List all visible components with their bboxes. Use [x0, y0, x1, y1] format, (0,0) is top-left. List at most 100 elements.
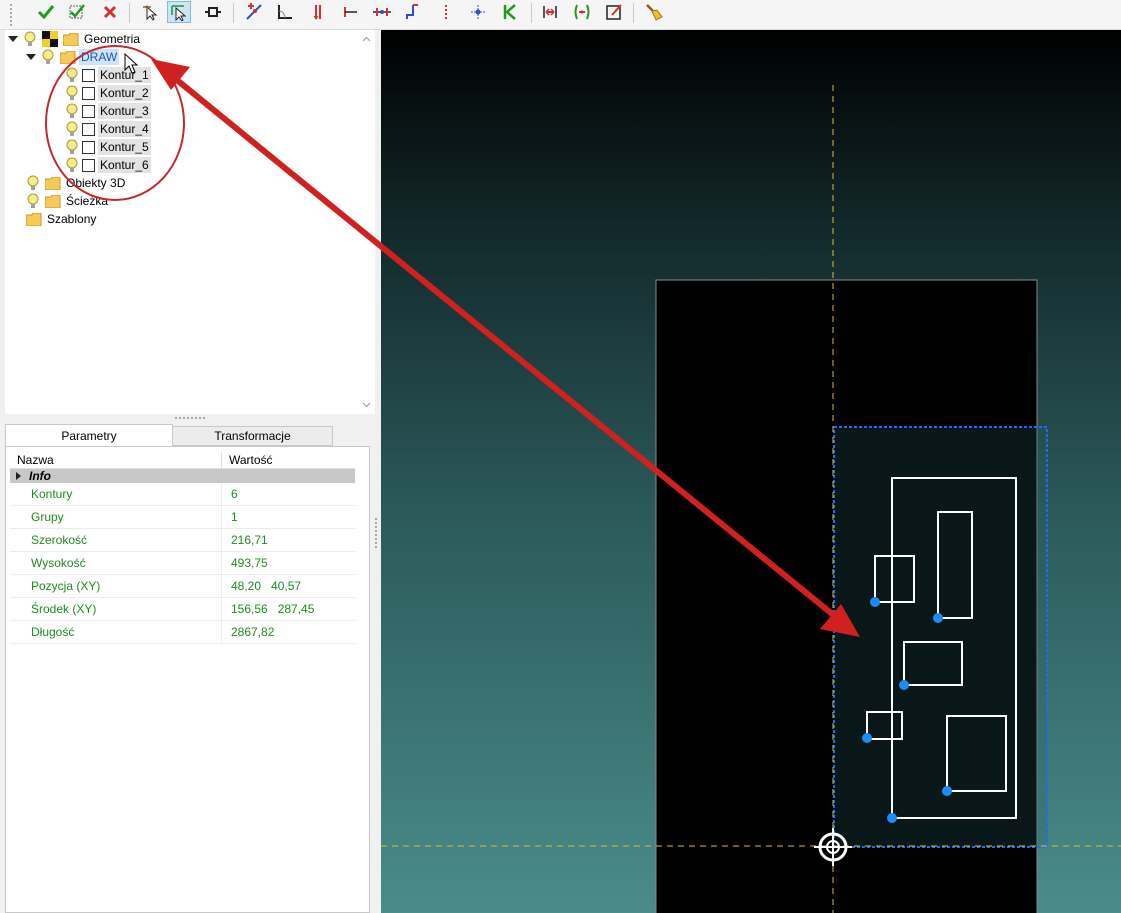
property-grid: Nazwa Wartość Info Kontury 6 Grupy 1 Sze… [5, 446, 370, 913]
start-point[interactable] [870, 597, 880, 607]
bulb-icon[interactable] [26, 175, 40, 191]
contour-checkbox[interactable] [82, 158, 95, 172]
contour-checkbox[interactable] [82, 68, 95, 82]
property-row[interactable]: Długość 2867,82 [10, 621, 355, 644]
property-name: Szerokość [10, 529, 222, 551]
property-name: Środek (XY) [10, 598, 222, 620]
accept-icon[interactable] [34, 1, 58, 23]
column-value-header[interactable]: Wartość [222, 451, 273, 468]
tab-parametry[interactable]: Parametry [5, 424, 173, 447]
expand-triangle-icon[interactable] [16, 472, 21, 480]
tree-node-contour[interactable]: Kontur_6 [65, 156, 151, 174]
tree-label-contour: Kontur_1 [98, 67, 151, 83]
start-point[interactable] [933, 613, 943, 623]
bulb-icon[interactable] [65, 139, 79, 155]
vertical-splitter[interactable] [375, 518, 378, 548]
bend-icon[interactable] [498, 1, 522, 23]
start-point[interactable] [887, 813, 897, 823]
layer-grid-icon[interactable] [42, 31, 58, 47]
contour-checkbox[interactable] [82, 86, 95, 100]
tree-scrollbar[interactable] [358, 30, 375, 414]
chevron-down-icon[interactable] [362, 400, 371, 409]
property-value: 6 [231, 487, 238, 501]
tree-node-objects3d[interactable]: Obiekty 3D [26, 174, 127, 192]
edit-box-icon[interactable] [602, 1, 626, 23]
horizontal-split-icon[interactable] [338, 1, 362, 23]
property-row[interactable]: Kontury 6 [10, 483, 355, 506]
expand-arrow-icon[interactable] [26, 54, 36, 60]
start-point[interactable] [899, 680, 909, 690]
bulb-icon[interactable] [65, 67, 79, 83]
link-icon[interactable] [201, 1, 225, 23]
spread-horizontal-icon[interactable] [538, 1, 562, 23]
property-row[interactable]: Wysokość 493,75 [10, 552, 355, 575]
vertical-split-icon[interactable] [306, 1, 330, 23]
distribute-icon[interactable] [370, 1, 394, 23]
property-tabs: Parametry Transformacje [5, 424, 334, 447]
bulb-icon[interactable] [65, 157, 79, 173]
bulb-icon[interactable] [65, 103, 79, 119]
bulb-icon[interactable] [65, 85, 79, 101]
property-name: Kontury [10, 483, 222, 505]
tree-node-contour[interactable]: Kontur_1 [65, 66, 151, 84]
tree-node-contour[interactable]: Kontur_2 [65, 84, 151, 102]
start-point[interactable] [942, 786, 952, 796]
property-row[interactable]: Środek (XY) 156,56 287,45 [10, 598, 355, 621]
property-name: Pozycja (XY) [10, 575, 222, 597]
tree-node-contour[interactable]: Kontur_5 [65, 138, 151, 156]
bulb-icon[interactable] [41, 49, 55, 65]
column-name-header[interactable]: Nazwa [10, 451, 222, 468]
group-label: Info [29, 469, 51, 483]
dotted-line-icon[interactable] [434, 1, 458, 23]
toolbar [0, 0, 1121, 30]
contour-checkbox[interactable] [82, 122, 95, 136]
drawing-canvas[interactable] [381, 30, 1121, 913]
tree-node-path[interactable]: Ścieżka [26, 192, 110, 210]
property-name: Długość [10, 621, 222, 643]
add-point-icon[interactable] [242, 1, 266, 23]
bulb-icon[interactable] [65, 121, 79, 137]
contour-checkbox[interactable] [82, 104, 95, 118]
tree-node-draw[interactable]: DRAW [26, 48, 120, 66]
select-point-icon[interactable] [138, 1, 162, 23]
start-point[interactable] [862, 733, 872, 743]
align-icon[interactable] [401, 1, 425, 23]
chevron-up-icon[interactable] [362, 35, 371, 44]
tree-label-draw: DRAW [79, 49, 120, 65]
corner-icon[interactable] [273, 1, 297, 23]
bulb-icon[interactable] [23, 31, 37, 47]
property-value: 493,75 [231, 556, 268, 570]
reject-icon[interactable] [98, 1, 122, 23]
tab-transformacje[interactable]: Transformacje [172, 426, 333, 446]
property-row[interactable]: Szerokość 216,71 [10, 529, 355, 552]
tree-label-contour: Kontur_4 [98, 121, 151, 137]
toolbar-grip[interactable] [10, 4, 14, 26]
property-group-info[interactable]: Info [10, 469, 355, 483]
property-name: Wysokość [10, 552, 222, 574]
cleanup-brush-icon[interactable] [642, 1, 666, 23]
folder-icon [63, 32, 79, 46]
tree-label-geometria: Geometria [84, 32, 141, 46]
property-header: Nazwa Wartość [10, 451, 355, 469]
tree-label-objects3d: Obiekty 3D [66, 176, 126, 190]
tree-label-contour: Kontur_3 [98, 103, 151, 119]
tree-node-contour[interactable]: Kontur_3 [65, 102, 151, 120]
contour-checkbox[interactable] [82, 140, 95, 154]
tree-node-contour[interactable]: Kontur_4 [65, 120, 151, 138]
tree-node-geometria[interactable]: Geometria [8, 30, 142, 48]
select-contour-icon[interactable] [167, 1, 191, 23]
accept-all-icon[interactable] [65, 1, 89, 23]
property-row[interactable]: Grupy 1 [10, 506, 355, 529]
tree-node-templates[interactable]: Szablony [26, 210, 98, 228]
spread-center-icon[interactable] [570, 1, 594, 23]
property-name: Grupy [10, 506, 222, 528]
expand-arrow-icon[interactable] [8, 36, 18, 42]
tree-label-contour: Kontur_5 [98, 139, 151, 155]
property-value: 1 [231, 510, 238, 524]
center-point-icon[interactable] [466, 1, 490, 23]
bulb-icon[interactable] [26, 193, 40, 209]
tree-label-contour: Kontur_6 [98, 157, 151, 173]
panel-splitter[interactable] [175, 417, 205, 421]
property-row[interactable]: Pozycja (XY) 48,20 40,57 [10, 575, 355, 598]
object-tree: Geometria DRAW Kontur_1 Kontur_2 Kontur_… [5, 30, 375, 414]
